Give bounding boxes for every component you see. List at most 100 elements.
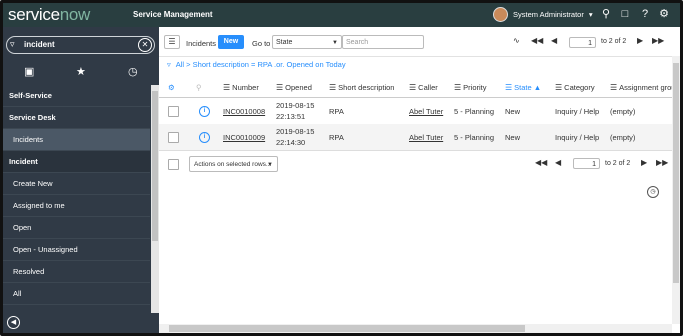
column-menu-icon[interactable]: ☰ [454, 83, 461, 92]
scrollbar-thumb[interactable] [673, 63, 679, 283]
chevron-down-icon: ▾ [588, 10, 593, 19]
list-horizontal-scrollbar[interactable] [159, 324, 672, 333]
opened-date: 2019-08-15 [276, 101, 315, 110]
caller-link[interactable]: Abel Tuter [409, 133, 443, 142]
sidebar-item-incidents[interactable]: Incidents [3, 129, 150, 151]
column-header-label: Opened [285, 83, 312, 92]
column-menu-icon[interactable]: ☰ [505, 83, 512, 92]
column-number[interactable]: ☰ Number [223, 83, 259, 92]
search-icon[interactable]: ⚲ [196, 83, 202, 92]
first-page-icon[interactable]: ◀◀ [535, 158, 547, 167]
sidebar-item-open[interactable]: Open [3, 217, 150, 239]
column-menu-icon[interactable]: ☰ [409, 83, 416, 92]
column-caller[interactable]: ☰ Caller [409, 83, 438, 92]
info-icon[interactable]: i [199, 132, 210, 143]
next-page-icon[interactable]: ▶ [641, 158, 647, 167]
sidebar-item-service-desk[interactable]: Service Desk [3, 107, 150, 129]
last-page-icon[interactable]: ▶▶ [652, 36, 664, 45]
page-input[interactable]: 1 [573, 158, 600, 169]
column-opened[interactable]: ☰ Opened [276, 83, 312, 92]
user-menu[interactable]: System Administrator ▾ [493, 7, 593, 22]
last-page-icon[interactable]: ▶▶ [656, 158, 668, 167]
search-input[interactable]: Search [342, 35, 424, 49]
goto-label: Go to [252, 39, 271, 48]
servicenow-logo[interactable]: servicenow [8, 5, 90, 25]
column-header-label: Priority [463, 83, 487, 92]
sidebar-item-assigned-to-me[interactable]: Assigned to me [3, 195, 150, 217]
all-apps-icon[interactable]: ▣ [24, 65, 34, 78]
priority: 5 - Planning [454, 107, 495, 116]
incident-number-link[interactable]: INC0010009 [223, 133, 265, 142]
goto-field-select[interactable]: State ▼ [272, 35, 342, 49]
assignment-group: (empty) [610, 133, 636, 142]
actions-select[interactable]: Actions on selected rows... ▼ [189, 156, 278, 172]
clear-icon[interactable]: ✕ [138, 38, 152, 52]
response-time-icon[interactable]: ◷ [647, 186, 659, 198]
column-menu-icon[interactable]: ☰ [223, 83, 230, 92]
favorites-star-icon[interactable]: ★ [76, 65, 86, 78]
list-menu-icon[interactable]: ☰ [164, 35, 180, 49]
next-page-icon[interactable]: ▶ [637, 36, 643, 45]
sidebar-item-resolved[interactable]: Resolved [3, 261, 150, 283]
column-menu-icon[interactable]: ☰ [610, 83, 617, 92]
collapse-navigator-icon[interactable]: ◀ [7, 316, 20, 329]
chat-icon[interactable]: □ [618, 7, 632, 21]
short-description: RPA [329, 133, 344, 142]
sidebar-scrollbar[interactable] [151, 85, 159, 313]
state: New [505, 133, 521, 142]
sidebar-item-open-unassigned[interactable]: Open - Unassigned [3, 239, 150, 261]
short-description: RPA [329, 107, 344, 116]
sidebar-item-self-service[interactable]: Self-Service [3, 85, 150, 107]
list-view: ☰ Incidents New Go to State ▼ Search ∿ ◀… [159, 27, 680, 333]
breadcrumb-text[interactable]: All > Short description = RPA .or. Opene… [176, 60, 346, 69]
select-all-checkbox[interactable] [168, 159, 179, 170]
activity-icon[interactable]: ∿ [513, 36, 520, 45]
sidebar-item-create-new[interactable]: Create New [3, 173, 150, 195]
column-header-label: Category [564, 83, 595, 92]
page-total: to 2 of 2 [605, 160, 631, 167]
list-title: Incidents [186, 39, 217, 48]
caller-link[interactable]: Abel Tuter [409, 107, 443, 116]
app-title: Service Management [133, 10, 213, 19]
info-icon[interactable]: i [199, 106, 210, 117]
column-menu-icon[interactable]: ☰ [276, 83, 283, 92]
chevron-down-icon: ▼ [332, 40, 338, 46]
sidebar-item-incident[interactable]: Incident [3, 151, 150, 173]
row-checkbox[interactable] [168, 106, 179, 117]
history-clock-icon[interactable]: ◷ [128, 65, 138, 78]
column-short-description[interactable]: ☰ Short description [329, 83, 394, 92]
sort-ascending-icon: ▲ [533, 83, 542, 92]
actions-label: Actions on selected rows... [194, 161, 272, 168]
sidebar-item-all[interactable]: All [3, 283, 150, 305]
column-menu-icon[interactable]: ☰ [555, 83, 562, 92]
scrollbar-thumb[interactable] [152, 91, 158, 241]
prev-page-icon[interactable]: ◀ [551, 36, 557, 45]
prev-page-icon[interactable]: ◀ [555, 158, 561, 167]
help-icon[interactable]: ? [638, 7, 652, 21]
column-menu-icon[interactable]: ☰ [329, 83, 336, 92]
table-row[interactable]: i INC0010008 2019-08-15 22:13:51 RPA Abe… [159, 98, 680, 125]
navigator-list: Self-Service Service Desk Incidents Inci… [3, 85, 150, 305]
table-header: ⚙ ⚲ ☰ Number ☰ Opened ☰ Short description ☰… [159, 77, 680, 98]
column-state[interactable]: ☰ State ▲ [505, 83, 541, 92]
column-priority[interactable]: ☰ Priority [454, 83, 487, 92]
filter-icon[interactable]: ▿ [167, 60, 171, 69]
table-row[interactable]: i INC0010009 2019-08-15 22:14:30 RPA Abe… [159, 124, 680, 151]
column-assignment-group[interactable]: ☰ Assignment group [610, 83, 680, 92]
list-footer: Actions on selected rows... ▼ ◀◀ ◀ 1 to … [159, 156, 680, 180]
new-button[interactable]: New [218, 35, 244, 49]
list-toolbar: ☰ Incidents New Go to State ▼ Search ∿ ◀… [159, 27, 680, 57]
column-category[interactable]: ☰ Category [555, 83, 595, 92]
first-page-icon[interactable]: ◀◀ [531, 36, 543, 45]
column-header-label: State [514, 83, 532, 92]
page-input[interactable]: 1 [569, 37, 596, 48]
scrollbar-thumb[interactable] [169, 325, 525, 332]
navigator-filter-input[interactable]: ▿ incident ✕ [6, 36, 155, 54]
gear-icon[interactable]: ⚙ [168, 83, 175, 92]
gear-icon[interactable]: ⚙ [657, 7, 671, 21]
incident-number-link[interactable]: INC0010008 [223, 107, 265, 116]
search-icon[interactable]: ⚲ [599, 7, 613, 21]
row-checkbox[interactable] [168, 132, 179, 143]
list-vertical-scrollbar[interactable] [672, 56, 680, 324]
breadcrumb[interactable]: ▿ All > Short description = RPA .or. Open… [167, 60, 346, 69]
